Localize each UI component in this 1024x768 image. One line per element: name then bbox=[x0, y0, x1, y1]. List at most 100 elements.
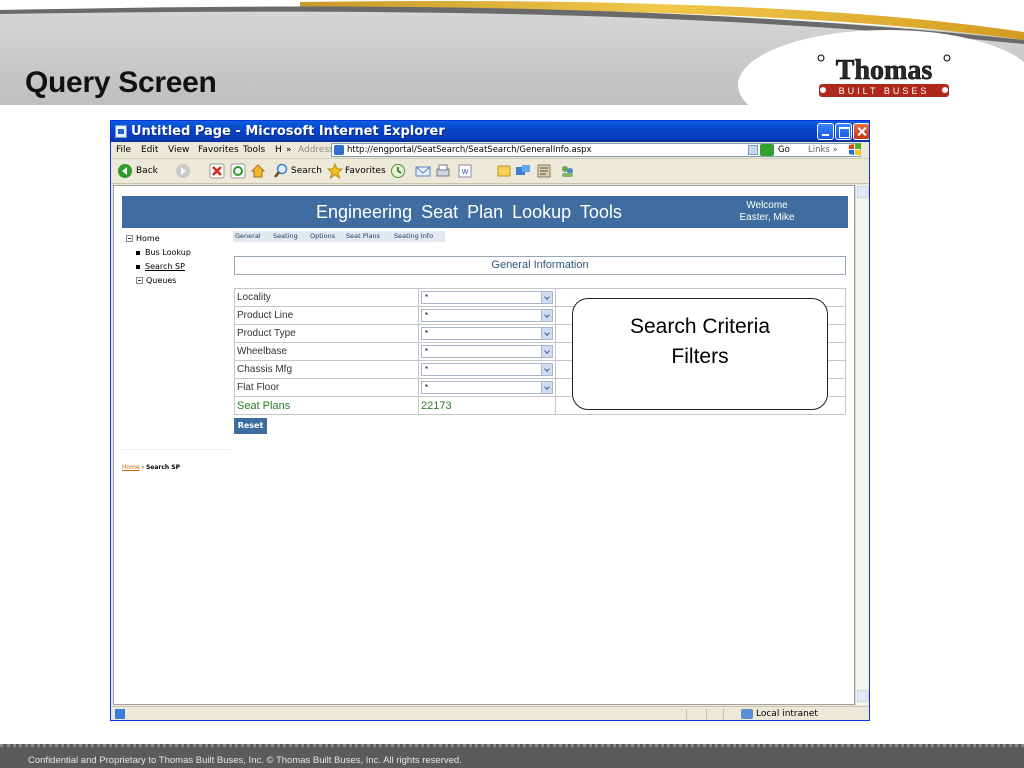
search-button[interactable]: Search bbox=[273, 163, 325, 179]
scroll-down-button[interactable] bbox=[857, 690, 869, 702]
home-icon[interactable] bbox=[250, 163, 266, 179]
tree-item-home[interactable]: Home bbox=[126, 234, 160, 243]
tree-bus-lookup-label: Bus Lookup bbox=[145, 248, 191, 257]
go-arrow-icon[interactable] bbox=[760, 144, 774, 156]
menu-overflow-chevron[interactable]: » bbox=[286, 145, 292, 155]
user-name: Easter, Mike bbox=[739, 212, 795, 223]
tab-options[interactable]: Options bbox=[310, 232, 335, 240]
menu-view[interactable]: View bbox=[168, 145, 189, 155]
annotation-callout: Search Criteria Filters bbox=[572, 298, 828, 410]
search-icon bbox=[274, 163, 288, 178]
back-button[interactable]: Back bbox=[117, 163, 167, 179]
filter-select[interactable]: * bbox=[421, 381, 553, 394]
tree-item-queues[interactable]: Queues bbox=[136, 276, 176, 285]
tab-general[interactable]: General bbox=[235, 232, 261, 240]
intranet-zone-icon bbox=[741, 709, 753, 719]
favorites-button[interactable]: Favorites bbox=[327, 163, 391, 179]
minimize-button[interactable] bbox=[817, 123, 834, 140]
close-button[interactable] bbox=[853, 123, 869, 140]
tree-queues-label: Queues bbox=[146, 276, 177, 285]
filter-select[interactable]: * bbox=[421, 327, 553, 340]
stop-icon[interactable] bbox=[209, 163, 225, 179]
address-bar[interactable]: http://engportal/SeatSearch/SeatSearch/G… bbox=[331, 143, 861, 157]
seat-plans-label: Seat Plans bbox=[234, 396, 419, 415]
chevron-down-icon[interactable] bbox=[541, 310, 552, 321]
filter-label: Product Line bbox=[234, 306, 419, 325]
discuss-icon[interactable] bbox=[496, 163, 512, 179]
filter-cell: * bbox=[418, 324, 556, 343]
scroll-up-button[interactable] bbox=[857, 186, 869, 198]
breadcrumb-home-link[interactable]: Home bbox=[122, 464, 140, 471]
filter-select[interactable]: * bbox=[421, 363, 553, 376]
address-label: Address bbox=[298, 145, 334, 155]
seat-plans-count: 22173 bbox=[418, 396, 556, 415]
print-icon[interactable] bbox=[435, 163, 451, 179]
tab-strip: General Seating Options Seat Plans Seati… bbox=[233, 231, 445, 242]
filter-label: Flat Floor bbox=[234, 378, 419, 397]
go-button[interactable]: Go bbox=[778, 145, 790, 155]
search-label: Search bbox=[291, 166, 322, 176]
bullet-icon bbox=[136, 250, 140, 255]
messenger-icon[interactable] bbox=[515, 163, 531, 179]
menu-file[interactable]: File bbox=[116, 145, 131, 155]
address-url[interactable]: http://engportal/SeatSearch/SeatSearch/G… bbox=[347, 145, 592, 155]
chevron-down-icon[interactable] bbox=[541, 382, 552, 393]
expand-icon[interactable] bbox=[136, 277, 143, 284]
filter-select-value: * bbox=[425, 383, 429, 392]
tree-item-bus-lookup[interactable]: Bus Lookup bbox=[136, 248, 191, 257]
breadcrumb-current: Search SP bbox=[145, 464, 181, 471]
chevron-down-icon[interactable] bbox=[541, 292, 552, 303]
forward-arrow-icon[interactable] bbox=[175, 163, 191, 179]
filter-select[interactable]: * bbox=[421, 345, 553, 358]
filter-select[interactable]: * bbox=[421, 291, 553, 304]
star-icon bbox=[327, 163, 343, 179]
browser-window: Untitled Page - Microsoft Internet Explo… bbox=[110, 120, 870, 721]
menu-help[interactable]: H bbox=[275, 145, 282, 155]
callout-line-2: Filters bbox=[671, 345, 729, 368]
filter-select-value: * bbox=[425, 293, 429, 302]
windows-flag-icon bbox=[849, 143, 861, 155]
breadcrumb-separator: › bbox=[141, 464, 145, 471]
welcome-label: Welcome bbox=[746, 200, 788, 211]
menu-edit[interactable]: Edit bbox=[141, 145, 158, 155]
tree-item-search-sp[interactable]: Search SP bbox=[136, 262, 185, 271]
refresh-icon[interactable] bbox=[230, 163, 246, 179]
back-label: Back bbox=[136, 166, 158, 176]
slide-title: Query Screen bbox=[25, 66, 217, 99]
chevron-down-icon[interactable] bbox=[541, 328, 552, 339]
browser-menubar: File Edit View Favorites Tools H » Addre… bbox=[111, 142, 869, 159]
menu-favorites[interactable]: Favorites bbox=[198, 145, 239, 155]
browser-titlebar[interactable]: Untitled Page - Microsoft Internet Explo… bbox=[111, 121, 869, 142]
chevron-down-icon[interactable] bbox=[541, 364, 552, 375]
filter-select-value: * bbox=[425, 329, 429, 338]
vertical-scrollbar[interactable] bbox=[855, 185, 869, 705]
svg-text:W: W bbox=[462, 169, 469, 176]
callout-line-1: Search Criteria bbox=[629, 315, 771, 338]
page-icon bbox=[334, 145, 344, 155]
users-icon[interactable] bbox=[559, 163, 575, 179]
filter-cell: * bbox=[418, 342, 556, 361]
tab-seating[interactable]: Seating bbox=[273, 232, 298, 240]
collapse-icon[interactable] bbox=[126, 235, 133, 242]
browser-viewport: Engineering Seat Plan Lookup Tools Welco… bbox=[113, 185, 855, 705]
menu-tools[interactable]: Tools bbox=[243, 145, 265, 155]
security-zone-label: Local intranet bbox=[756, 709, 818, 719]
tree-home-label: Home bbox=[136, 234, 160, 243]
chevron-down-icon[interactable] bbox=[541, 346, 552, 357]
maximize-button[interactable] bbox=[835, 123, 852, 140]
reset-button[interactable]: Reset bbox=[234, 418, 267, 434]
filter-label: Locality bbox=[234, 288, 419, 307]
mail-icon[interactable] bbox=[415, 163, 431, 179]
word-edit-icon[interactable]: W bbox=[457, 163, 473, 179]
research-icon[interactable] bbox=[536, 163, 552, 179]
tree-search-sp-label[interactable]: Search SP bbox=[145, 262, 185, 271]
address-dropdown-button[interactable] bbox=[748, 145, 758, 155]
history-icon[interactable] bbox=[390, 163, 406, 179]
links-button[interactable]: Links » bbox=[808, 145, 838, 155]
filter-cell: * bbox=[418, 288, 556, 307]
tab-seat-plans[interactable]: Seat Plans bbox=[346, 232, 380, 240]
filter-select[interactable]: * bbox=[421, 309, 553, 322]
filter-label: Chassis Mfg bbox=[234, 360, 419, 379]
browser-window-title: Untitled Page - Microsoft Internet Explo… bbox=[131, 124, 445, 139]
tab-seating-info[interactable]: Seating Info bbox=[394, 232, 433, 240]
